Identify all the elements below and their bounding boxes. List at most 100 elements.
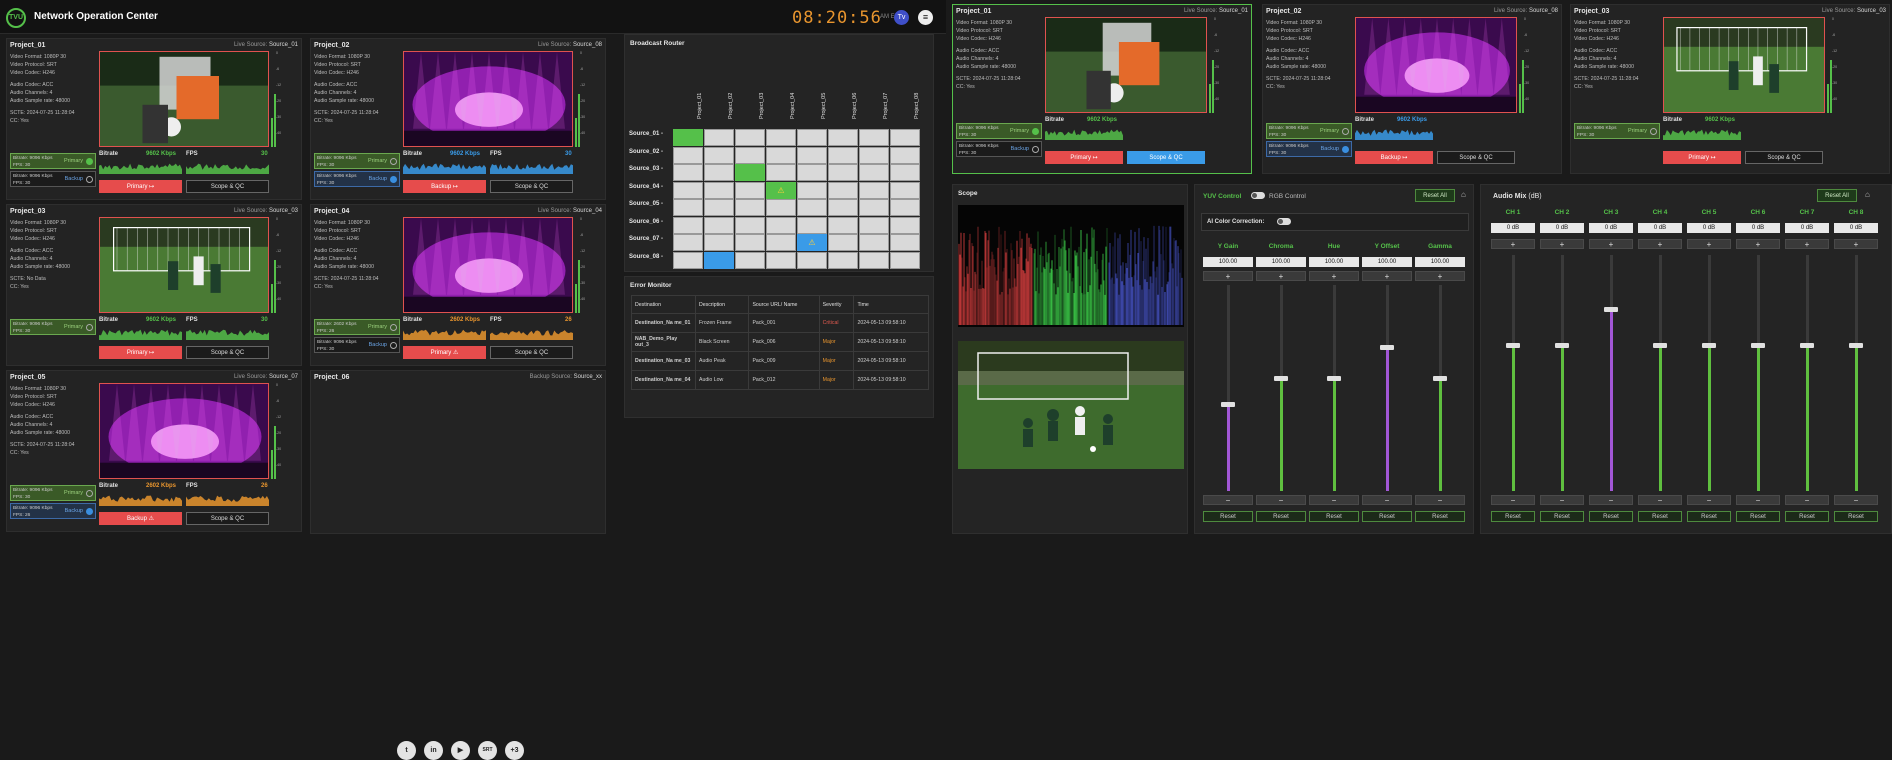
primary-radio-icon[interactable]: [1650, 128, 1657, 135]
router-crosspoint[interactable]: [735, 146, 765, 164]
minus-button[interactable]: −: [1203, 495, 1253, 505]
video-thumbnail[interactable]: [1663, 17, 1825, 113]
router-crosspoint[interactable]: [828, 199, 858, 216]
source-switch-button[interactable]: Primary ↦: [1663, 151, 1741, 164]
reset-all-button[interactable]: Reset All: [1415, 189, 1455, 202]
source-switch-button[interactable]: Primary ↦: [1045, 151, 1123, 164]
router-crosspoint[interactable]: [704, 146, 734, 164]
router-crosspoint[interactable]: [859, 251, 889, 269]
router-crosspoint[interactable]: [704, 251, 734, 269]
project-card[interactable]: Project_01 Live Source: Source_01 Video Fo…: [952, 4, 1252, 174]
scope-qc-button[interactable]: Scope & QC: [186, 180, 269, 193]
backup-stream-status[interactable]: Bitrate: 9096 Kbps FPS: 30 Backup: [10, 171, 96, 187]
plus-button[interactable]: +: [1785, 239, 1829, 249]
reset-button[interactable]: Reset: [1687, 511, 1731, 522]
router-crosspoint[interactable]: [797, 199, 827, 216]
scope-qc-button[interactable]: Scope & QC: [1437, 151, 1515, 164]
reset-button[interactable]: Reset: [1589, 511, 1633, 522]
primary-stream-status[interactable]: Bitrate: 9096 Kbps FPS: 30 Primary: [10, 153, 96, 169]
primary-radio-icon[interactable]: [86, 490, 93, 497]
srt-icon[interactable]: SRT: [478, 741, 497, 760]
minus-button[interactable]: −: [1589, 495, 1633, 505]
router-crosspoint[interactable]: [890, 146, 920, 164]
primary-stream-status[interactable]: Bitrate: 9096 Kbps FPS: 30 Primary: [1266, 123, 1352, 139]
router-crosspoint[interactable]: [735, 216, 765, 234]
plus-button[interactable]: +: [1256, 271, 1306, 281]
project-card[interactable]: Project_05 Live Source: Source_07 Video Fo…: [6, 370, 302, 532]
slider-knob[interactable]: [1702, 342, 1716, 348]
slider-knob[interactable]: [1506, 342, 1520, 348]
slider-value-input[interactable]: 0 dB: [1687, 223, 1731, 233]
slider-knob[interactable]: [1380, 344, 1394, 350]
video-thumbnail[interactable]: [99, 217, 269, 313]
router-crosspoint[interactable]: [890, 216, 920, 234]
router-crosspoint[interactable]: [735, 181, 765, 199]
router-crosspoint[interactable]: [704, 216, 734, 234]
minus-button[interactable]: −: [1491, 495, 1535, 505]
slider-value-input[interactable]: 0 dB: [1638, 223, 1682, 233]
plus-button[interactable]: +: [1415, 271, 1465, 281]
router-crosspoint[interactable]: [766, 251, 796, 269]
router-crosspoint[interactable]: [766, 216, 796, 234]
scope-qc-button[interactable]: Scope & QC: [490, 346, 573, 359]
slider-knob[interactable]: [1604, 307, 1618, 313]
router-crosspoint[interactable]: [766, 146, 796, 164]
minus-button[interactable]: −: [1687, 495, 1731, 505]
slider-value-input[interactable]: 100.00: [1309, 257, 1359, 267]
tab-rgb[interactable]: RGB Control: [1269, 193, 1306, 200]
router-crosspoint[interactable]: [735, 199, 765, 216]
router-crosspoint[interactable]: [859, 129, 889, 146]
reset-button[interactable]: Reset: [1785, 511, 1829, 522]
router-crosspoint[interactable]: [859, 234, 889, 251]
router-crosspoint[interactable]: [859, 216, 889, 234]
slider-value-input[interactable]: 100.00: [1362, 257, 1412, 267]
router-crosspoint[interactable]: [828, 251, 858, 269]
plus-button[interactable]: +: [1834, 239, 1878, 249]
slider-knob[interactable]: [1327, 375, 1341, 381]
router-crosspoint[interactable]: [797, 181, 827, 199]
youtube-icon[interactable]: ▶: [451, 741, 470, 760]
router-crosspoint[interactable]: [828, 164, 858, 181]
slider-value-input[interactable]: 0 dB: [1540, 223, 1584, 233]
scope-qc-button[interactable]: Scope & QC: [1127, 151, 1205, 164]
minus-button[interactable]: −: [1785, 495, 1829, 505]
router-crosspoint[interactable]: [797, 164, 827, 181]
router-crosspoint[interactable]: [673, 251, 703, 269]
router-crosspoint[interactable]: [828, 146, 858, 164]
slider-value-input[interactable]: 0 dB: [1834, 223, 1878, 233]
video-thumbnail[interactable]: [99, 383, 269, 479]
router-crosspoint[interactable]: [890, 164, 920, 181]
project-card[interactable]: Project_03 Live Source: Source_03 Video Fo…: [6, 204, 302, 366]
minus-button[interactable]: −: [1834, 495, 1878, 505]
backup-radio-icon[interactable]: [390, 342, 397, 349]
slider-knob[interactable]: [1221, 402, 1235, 408]
reset-button[interactable]: Reset: [1834, 511, 1878, 522]
error-row[interactable]: NAB_Demo_Play out_3 Black Screen Pack_006 M…: [631, 332, 929, 352]
plus-button[interactable]: +: [1540, 239, 1584, 249]
router-crosspoint[interactable]: [704, 164, 734, 181]
backup-stream-status[interactable]: Bitrate: 9096 Kbps FPS: 30 Backup: [314, 171, 400, 187]
audio-lock-icon[interactable]: ⌂: [1865, 190, 1870, 199]
router-crosspoint[interactable]: [735, 164, 765, 181]
plus-button[interactable]: +: [1203, 271, 1253, 281]
scope-qc-button[interactable]: Scope & QC: [186, 512, 269, 525]
router-crosspoint[interactable]: [890, 181, 920, 199]
router-crosspoint[interactable]: [859, 146, 889, 164]
primary-stream-status[interactable]: Bitrate: 9096 Kbps FPS: 30 Primary: [314, 153, 400, 169]
slider-knob[interactable]: [1751, 342, 1765, 348]
router-crosspoint[interactable]: [859, 199, 889, 216]
slider-value-input[interactable]: 100.00: [1256, 257, 1306, 267]
router-crosspoint[interactable]: [890, 251, 920, 269]
tab-yuv[interactable]: YUV Control: [1203, 193, 1241, 200]
video-thumbnail[interactable]: [403, 51, 573, 147]
router-crosspoint[interactable]: [766, 129, 796, 146]
linkedin-icon[interactable]: in: [424, 741, 443, 760]
router-crosspoint[interactable]: ⚠: [766, 181, 796, 199]
audio-reset-all-button[interactable]: Reset All: [1817, 189, 1857, 202]
scope-qc-button[interactable]: Scope & QC: [1745, 151, 1823, 164]
reset-button[interactable]: Reset: [1362, 511, 1412, 522]
backup-stream-status[interactable]: Bitrate: 9096 Kbps FPS: 30 Backup: [1266, 141, 1352, 157]
router-crosspoint[interactable]: [704, 234, 734, 251]
avatar[interactable]: Tv: [894, 10, 909, 25]
slider-knob[interactable]: [1849, 342, 1863, 348]
